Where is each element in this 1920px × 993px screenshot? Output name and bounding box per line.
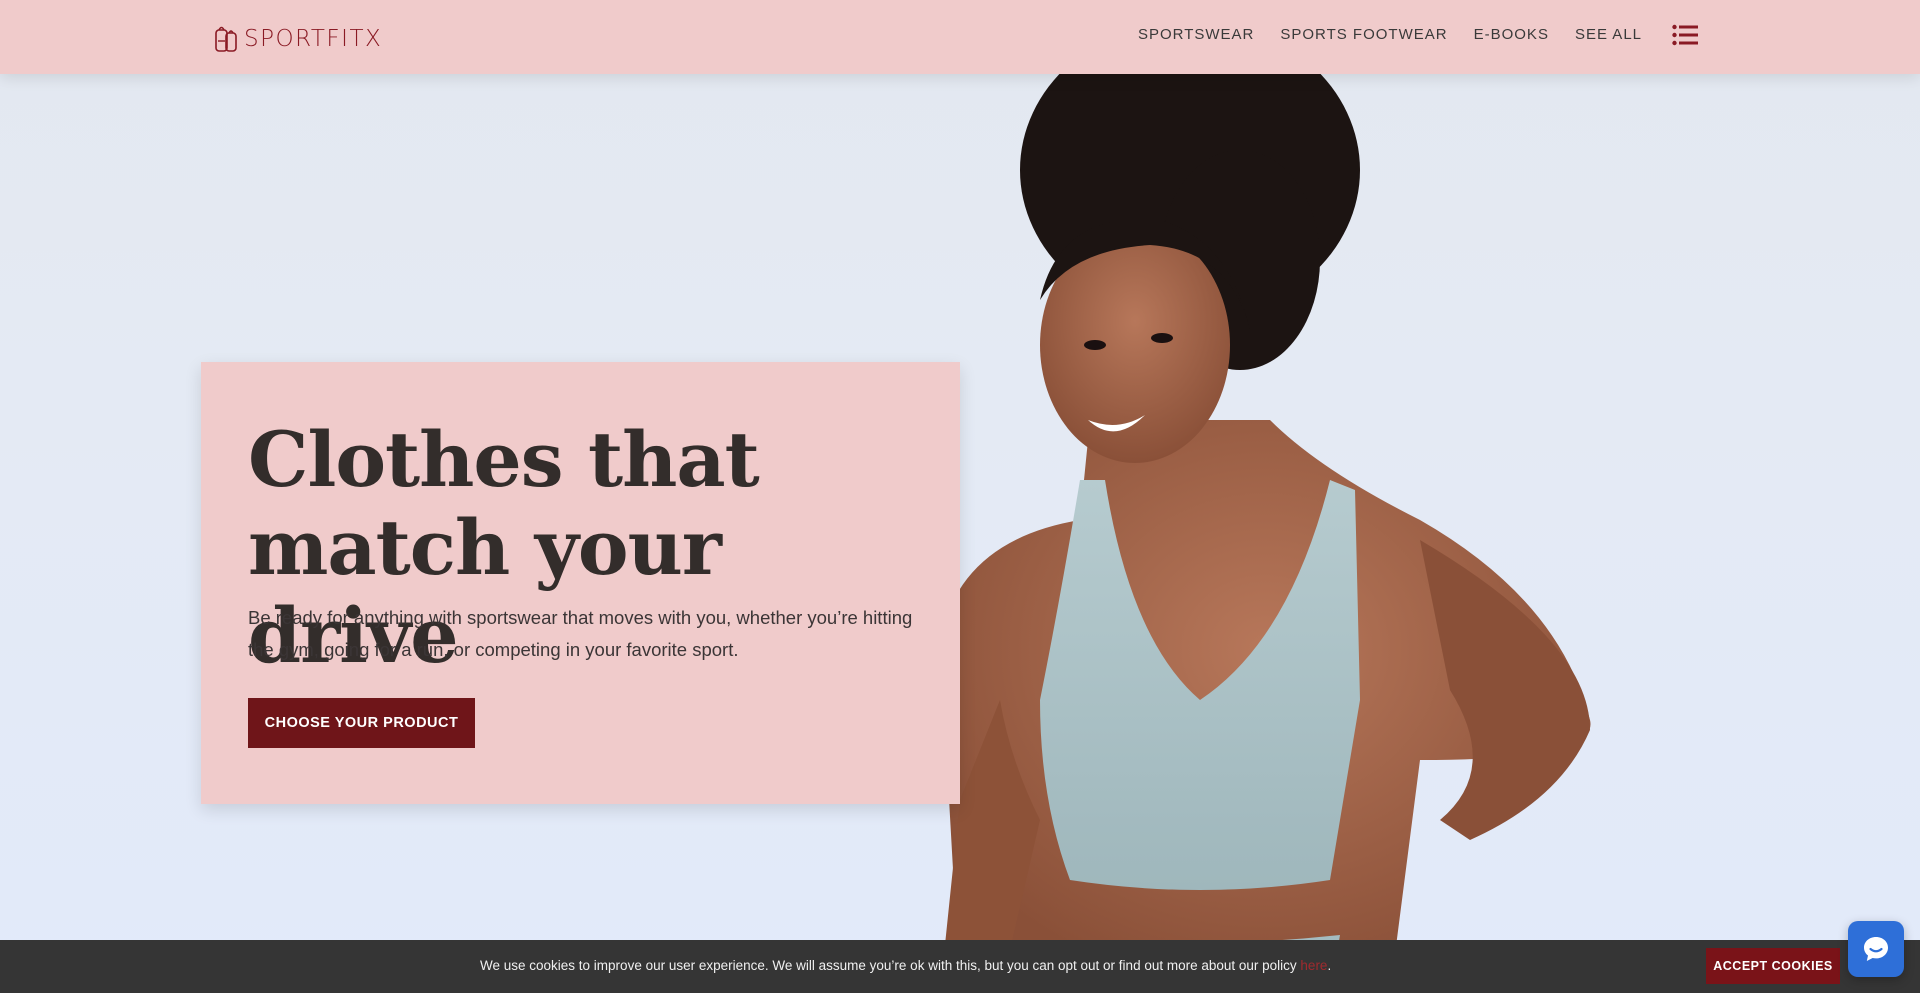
brand-logo[interactable]: SPORTFITX: [212, 24, 382, 54]
hamburger-list-icon[interactable]: [1672, 24, 1698, 46]
backpack-logo-icon: [215, 26, 237, 52]
chat-widget-button[interactable]: [1848, 921, 1904, 977]
cookie-text-end: .: [1327, 958, 1332, 973]
hero-card: Clothes that match your drive Be ready f…: [201, 362, 960, 804]
choose-product-button[interactable]: CHOOSE YOUR PRODUCT: [248, 698, 475, 748]
nav-item-sportswear[interactable]: SPORTSWEAR: [1138, 26, 1254, 43]
hero-subtitle: Be ready for anything with sportswear th…: [248, 607, 913, 660]
site-header: SPORTFITX SPORTSWEAR SPORTS FOOTWEAR E-B…: [0, 0, 1920, 74]
cookie-banner: We use cookies to improve our user exper…: [0, 940, 1920, 993]
chat-bubble-icon: [1864, 937, 1888, 961]
brand-name: SPORTFITX: [244, 26, 383, 52]
nav-item-e-books[interactable]: E-BOOKS: [1474, 26, 1549, 43]
nav-item-sports-footwear[interactable]: SPORTS FOOTWEAR: [1280, 26, 1447, 43]
nav-item-see-all[interactable]: SEE ALL: [1575, 26, 1642, 43]
accept-cookies-button[interactable]: ACCEPT COOKIES: [1706, 948, 1840, 984]
main-nav: SPORTSWEAR SPORTS FOOTWEAR E-BOOKS SEE A…: [1138, 26, 1642, 43]
cookie-policy-link[interactable]: here: [1300, 958, 1327, 973]
cookie-message: We use cookies to improve our user exper…: [480, 958, 1331, 973]
cookie-text: We use cookies to improve our user exper…: [480, 958, 1301, 973]
